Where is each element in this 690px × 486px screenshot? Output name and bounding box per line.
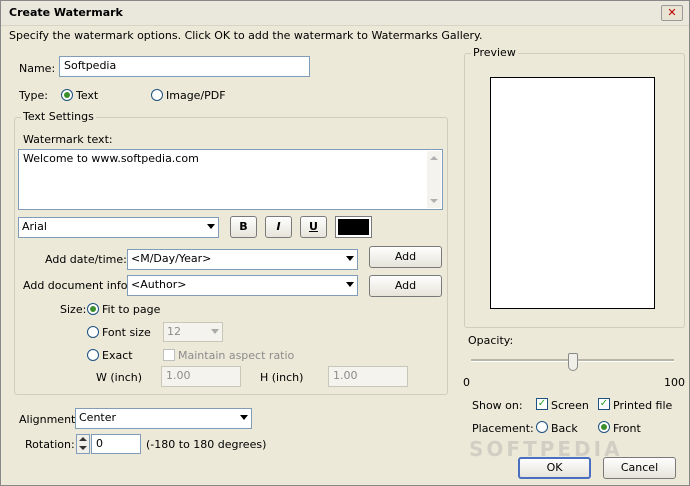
scroll-up-icon[interactable]	[430, 156, 438, 160]
alignment-value: Center	[79, 411, 117, 424]
font-size-radio[interactable]	[87, 326, 99, 338]
rotation-spinner[interactable]	[76, 434, 90, 454]
placement-back-radio[interactable]	[536, 421, 548, 433]
type-image-radio[interactable]	[151, 89, 163, 101]
scroll-down-icon[interactable]	[430, 199, 438, 203]
rotation-hint: (-180 to 180 degrees)	[146, 438, 267, 451]
cancel-button[interactable]: Cancel	[603, 457, 676, 479]
underline-button[interactable]: U	[300, 216, 327, 238]
close-button[interactable]: ✕	[661, 5, 683, 21]
fit-to-page-radio[interactable]	[87, 303, 99, 315]
watermark-text-area[interactable]: Welcome to www.softpedia.com	[18, 149, 443, 210]
title-bar: Create Watermark ✕	[1, 1, 689, 26]
chevron-down-icon	[346, 282, 354, 287]
font-select-value: Arial	[22, 220, 47, 233]
italic-button[interactable]: I	[265, 216, 292, 238]
maintain-aspect-label: Maintain aspect ratio	[178, 349, 295, 362]
font-size-value: 12	[167, 325, 181, 338]
preview-title: Preview	[471, 46, 518, 59]
placement-front-label: Front	[613, 422, 641, 435]
name-label: Name:	[19, 62, 56, 75]
exact-radio[interactable]	[87, 349, 99, 361]
show-on-label: Show on:	[472, 399, 523, 412]
height-label: H (inch)	[260, 371, 304, 384]
opacity-label: Opacity:	[468, 334, 514, 347]
watermark-text-value: Welcome to www.softpedia.com	[23, 152, 199, 165]
document-info-value: <Author>	[131, 278, 187, 291]
name-input[interactable]: Softpedia	[59, 56, 310, 77]
opacity-slider-thumb[interactable]	[567, 353, 578, 371]
preview-page	[490, 77, 655, 309]
add-document-info-button[interactable]: Add	[369, 275, 442, 297]
color-swatch	[338, 219, 369, 235]
document-info-select[interactable]: <Author>	[127, 275, 358, 296]
maintain-aspect-checkbox[interactable]	[163, 349, 175, 361]
screen-label: Screen	[551, 399, 589, 412]
alignment-select[interactable]: Center	[75, 408, 252, 429]
watermark-text-label: Watermark text:	[23, 133, 113, 146]
create-watermark-dialog: Create Watermark ✕ Specify the watermark…	[0, 0, 690, 486]
type-label: Type:	[19, 89, 48, 102]
exact-label: Exact	[102, 349, 133, 362]
screen-checkbox[interactable]: ✓	[536, 398, 548, 410]
alignment-label: Alignment:	[19, 413, 80, 426]
placement-back-label: Back	[551, 422, 578, 435]
type-text-radio[interactable]	[61, 89, 73, 101]
fit-to-page-label: Fit to page	[102, 303, 161, 316]
chevron-down-icon	[346, 256, 354, 261]
font-size-select[interactable]: 12	[163, 322, 223, 342]
rotation-label: Rotation:	[25, 438, 75, 451]
text-area-scrollbar[interactable]	[427, 151, 441, 208]
printed-file-label: Printed file	[613, 399, 673, 412]
size-label: Size:	[60, 303, 87, 316]
spin-up-icon[interactable]	[79, 437, 87, 441]
opacity-min-label: 0	[463, 376, 470, 389]
spin-down-icon[interactable]	[79, 446, 87, 450]
chevron-down-icon	[207, 224, 215, 229]
text-settings-title: Text Settings	[21, 110, 96, 123]
color-picker-button[interactable]	[335, 216, 372, 238]
printed-file-checkbox[interactable]: ✓	[598, 398, 610, 410]
close-icon: ✕	[667, 6, 677, 19]
chevron-down-icon	[240, 415, 248, 420]
add-date-button[interactable]: Add	[369, 246, 442, 268]
bold-button[interactable]: B	[230, 216, 257, 238]
ok-button[interactable]: OK	[518, 457, 591, 479]
height-input[interactable]: 1.00	[328, 366, 408, 387]
chevron-down-icon	[211, 329, 219, 334]
width-input[interactable]: 1.00	[161, 366, 241, 387]
font-select[interactable]: Arial	[18, 217, 219, 238]
type-image-label: Image/PDF	[166, 89, 226, 102]
type-text-label: Text	[76, 89, 99, 102]
opacity-max-label: 100	[664, 376, 685, 389]
dialog-title: Create Watermark	[9, 6, 123, 19]
placement-label: Placement:	[472, 422, 534, 435]
instructions-text: Specify the watermark options. Click OK …	[9, 29, 483, 42]
placement-front-radio[interactable]	[598, 421, 610, 433]
date-time-label: Add date/time:	[45, 253, 127, 266]
date-time-select[interactable]: <M/Day/Year>	[127, 249, 358, 270]
date-time-value: <M/Day/Year>	[131, 252, 212, 265]
width-label: W (inch)	[96, 371, 143, 384]
document-info-label: Add document info:	[23, 279, 132, 292]
rotation-input[interactable]: 0	[91, 434, 141, 454]
font-size-label: Font size	[102, 326, 151, 339]
